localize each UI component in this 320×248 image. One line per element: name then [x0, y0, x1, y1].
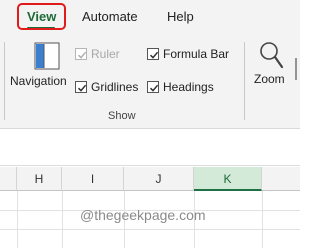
- gridlines-label: Gridlines: [91, 80, 139, 94]
- view-tab-highlight-annotation: [17, 3, 66, 30]
- column-header-partial[interactable]: [0, 167, 17, 191]
- grid-line: [62, 191, 63, 248]
- navigation-pane-icon: [34, 42, 60, 75]
- zoom-label: Zoom: [254, 72, 285, 86]
- headings-check-box[interactable]: [147, 81, 159, 93]
- ruler-label: Ruler: [91, 47, 120, 61]
- ruler-checkbox[interactable]: Ruler: [75, 46, 135, 62]
- column-header-i[interactable]: I: [62, 167, 124, 191]
- navigation-label: Navigation: [10, 74, 67, 88]
- ruler-check-box[interactable]: [75, 48, 87, 60]
- column-header-h[interactable]: H: [17, 167, 62, 191]
- group-separator: [244, 42, 245, 120]
- headings-label: Headings: [163, 80, 214, 94]
- grid-line: [262, 191, 263, 248]
- zoom-100-icon[interactable]: [292, 56, 300, 86]
- gridlines-check-box[interactable]: [75, 81, 87, 93]
- formula-bar-check-box[interactable]: [147, 48, 159, 60]
- magnifier-icon: [258, 40, 284, 75]
- group-separator: [4, 42, 5, 120]
- column-header-partial[interactable]: [262, 167, 300, 191]
- tab-automate[interactable]: Automate: [82, 9, 138, 24]
- column-header-k[interactable]: K: [194, 167, 262, 191]
- gridlines-checkbox[interactable]: Gridlines: [75, 79, 141, 95]
- zoom-button[interactable]: Zoom: [250, 38, 294, 98]
- ribbon-panel: Navigation Ruler Gridlines Formula Bar H…: [0, 36, 300, 129]
- formula-bar-checkbox[interactable]: Formula Bar: [147, 46, 247, 62]
- watermark-text: @thegeekpage.com: [80, 207, 206, 223]
- tab-help[interactable]: Help: [167, 9, 194, 24]
- ribbon-tab-bar: View Automate Help: [0, 0, 300, 36]
- headings-checkbox[interactable]: Headings: [147, 79, 227, 95]
- grid-line: [17, 191, 18, 248]
- column-header-j[interactable]: J: [124, 167, 194, 191]
- formula-bar-label: Formula Bar: [163, 47, 230, 61]
- formula-bar-area: [0, 130, 300, 166]
- grid-line: [0, 229, 300, 230]
- show-group-label: Show: [108, 110, 136, 122]
- navigation-button[interactable]: Navigation: [8, 38, 70, 98]
